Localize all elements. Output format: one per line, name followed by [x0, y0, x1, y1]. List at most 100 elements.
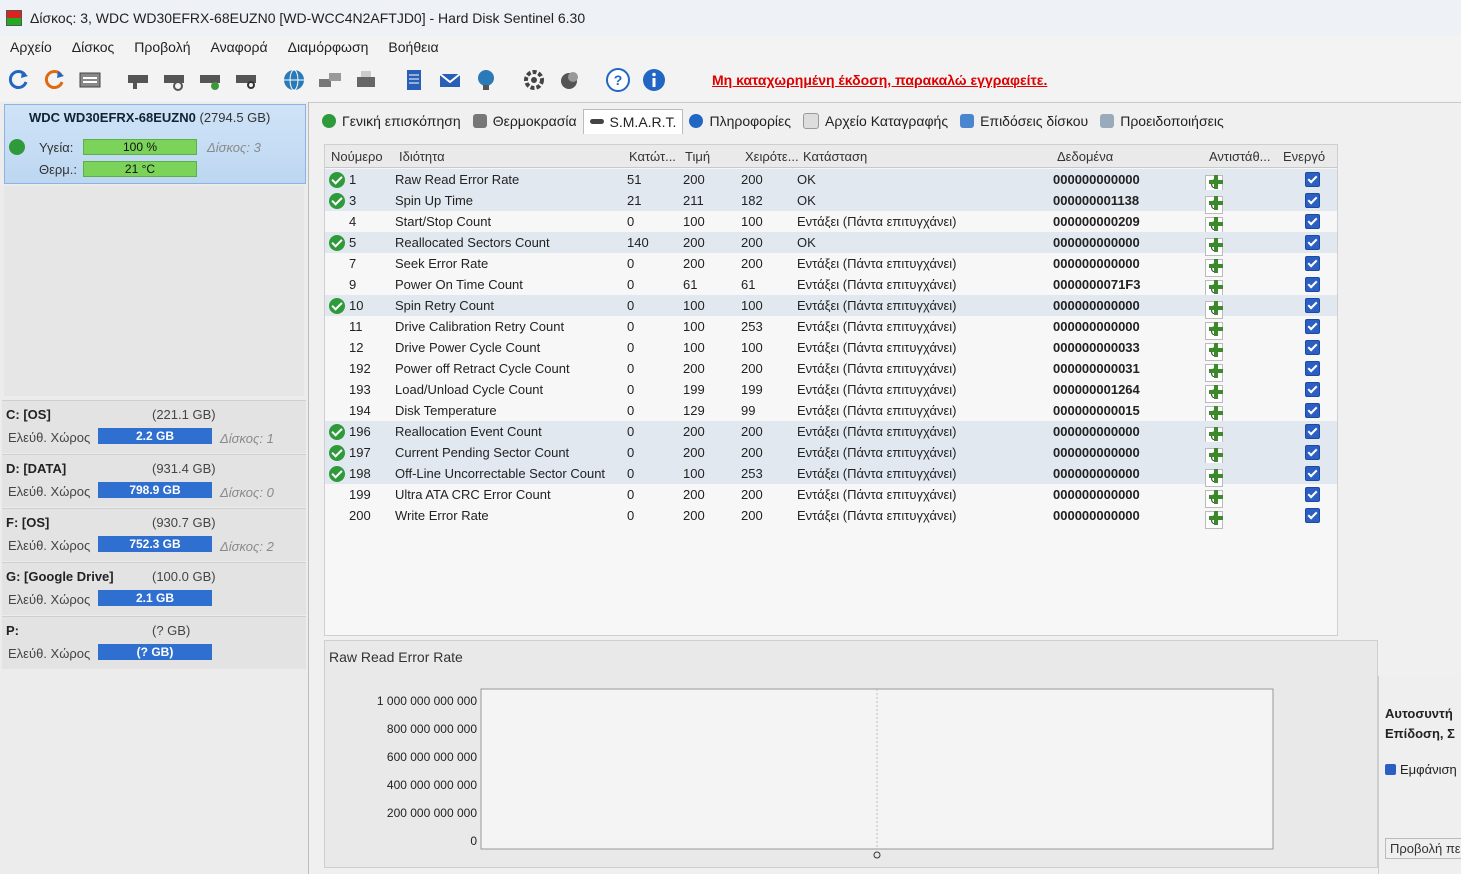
web-report-icon[interactable]: [472, 66, 500, 94]
disk-search-icon[interactable]: [232, 66, 260, 94]
plus-icon[interactable]: [1209, 406, 1223, 420]
enabled-checkbox[interactable]: [1305, 235, 1320, 250]
enabled-checkbox[interactable]: [1305, 340, 1320, 355]
plus-icon[interactable]: [1209, 385, 1223, 399]
view-button[interactable]: Προβολή πε: [1385, 838, 1461, 859]
disk-info-icon[interactable]: [76, 66, 104, 94]
offset-stepper[interactable]: 0: [1205, 445, 1267, 466]
tab-log[interactable]: Αρχείο Καταγραφής: [797, 109, 954, 133]
offset-stepper[interactable]: 0: [1205, 508, 1267, 529]
report-icon[interactable]: [400, 66, 428, 94]
enabled-checkbox[interactable]: [1305, 361, 1320, 376]
enabled-checkbox[interactable]: [1305, 424, 1320, 439]
menu-configuration[interactable]: Διαμόρφωση: [278, 39, 379, 55]
offset-stepper[interactable]: 0: [1205, 466, 1267, 487]
plus-icon[interactable]: [1209, 322, 1223, 336]
table-row[interactable]: 196 Reallocation Event Count 0 200 200 Εντάξε…: [325, 421, 1337, 445]
menu-help[interactable]: Βοήθεια: [378, 39, 448, 55]
table-row[interactable]: 199 Ultra ATA CRC Error Count 0 200 200 Εντάξ…: [325, 484, 1337, 508]
short-test-icon[interactable]: [160, 66, 188, 94]
email-icon[interactable]: [436, 66, 464, 94]
table-row[interactable]: 1 Raw Read Error Rate 51 200 200 OK 0000000000…: [325, 169, 1337, 193]
enabled-checkbox[interactable]: [1305, 277, 1320, 292]
plus-icon[interactable]: [1209, 238, 1223, 252]
offset-stepper[interactable]: 0: [1205, 277, 1267, 298]
tab-alerts[interactable]: Προειδοποιήσεις: [1094, 109, 1229, 133]
plus-icon[interactable]: [1209, 364, 1223, 378]
plus-icon[interactable]: [1209, 259, 1223, 273]
enabled-checkbox[interactable]: [1305, 487, 1320, 502]
enabled-checkbox[interactable]: [1305, 193, 1320, 208]
table-row[interactable]: 12 Drive Power Cycle Count 0 100 100 Εντάξει …: [325, 337, 1337, 361]
table-row[interactable]: 4 Start/Stop Count 0 100 100 Εντάξει (Πάντα ε…: [325, 211, 1337, 235]
plus-icon[interactable]: [1209, 301, 1223, 315]
plus-icon[interactable]: [1209, 469, 1223, 483]
offset-stepper[interactable]: 0: [1205, 298, 1267, 319]
extended-test-icon[interactable]: [196, 66, 224, 94]
plus-icon[interactable]: [1209, 490, 1223, 504]
col-worst[interactable]: Χειρότε...: [745, 149, 799, 164]
table-row[interactable]: 197 Current Pending Sector Count 0 200 200 Εν…: [325, 442, 1337, 466]
offset-stepper[interactable]: 0: [1205, 382, 1267, 403]
enabled-checkbox[interactable]: [1305, 298, 1320, 313]
table-row[interactable]: 192 Power off Retract Cycle Count 0 200 200 Ε…: [325, 358, 1337, 382]
table-row[interactable]: 9 Power On Time Count 0 61 61 Εντάξει (Πάντα …: [325, 274, 1337, 298]
volume-d[interactable]: D: [DATA] (931.4 GB) Ελεύθ. Χώρος 798.9 …: [2, 454, 306, 507]
plus-icon[interactable]: [1209, 175, 1223, 189]
enabled-checkbox[interactable]: [1305, 403, 1320, 418]
offset-stepper[interactable]: 0: [1205, 319, 1267, 340]
col-enabled[interactable]: Ενεργό: [1283, 149, 1325, 164]
volume-g[interactable]: G: [Google Drive] (100.0 GB) Ελεύθ. Χώρο…: [2, 562, 306, 615]
table-row[interactable]: 194 Disk Temperature 0 129 99 Εντάξει (Πάντα …: [325, 400, 1337, 424]
offset-stepper[interactable]: 0: [1205, 235, 1267, 256]
help-icon[interactable]: ?: [604, 66, 632, 94]
menu-file[interactable]: Αρχείο: [0, 39, 62, 55]
plus-icon[interactable]: [1209, 343, 1223, 357]
offset-stepper[interactable]: 0: [1205, 403, 1267, 424]
offset-stepper[interactable]: 0: [1205, 487, 1267, 508]
refresh-icon[interactable]: [4, 66, 32, 94]
enabled-checkbox[interactable]: [1305, 382, 1320, 397]
enabled-checkbox[interactable]: [1305, 172, 1320, 187]
refresh-all-icon[interactable]: [40, 66, 68, 94]
tab-overview[interactable]: Γενική επισκόπηση: [316, 109, 467, 133]
table-row[interactable]: 3 Spin Up Time 21 211 182 OK 000000001138 0: [325, 190, 1337, 214]
col-number[interactable]: Νούμερο: [331, 149, 383, 164]
enabled-checkbox[interactable]: [1305, 319, 1320, 334]
volume-f[interactable]: F: [OS] (930.7 GB) Ελεύθ. Χώρος 752.3 GB…: [2, 508, 306, 561]
table-row[interactable]: 7 Seek Error Rate 0 200 200 Εντάξει (Πάντα επ…: [325, 253, 1337, 277]
plus-icon[interactable]: [1209, 511, 1223, 525]
plus-icon[interactable]: [1209, 280, 1223, 294]
col-data[interactable]: Δεδομένα: [1057, 149, 1113, 164]
enabled-checkbox[interactable]: [1305, 466, 1320, 481]
plus-icon[interactable]: [1209, 196, 1223, 210]
enabled-checkbox[interactable]: [1305, 445, 1320, 460]
table-row[interactable]: 5 Reallocated Sectors Count 140 200 200 OK 000…: [325, 232, 1337, 256]
tab-temperature[interactable]: Θερμοκρασία: [467, 109, 583, 133]
tab-information[interactable]: Πληροφορίες: [683, 109, 797, 133]
register-warning-link[interactable]: Μη καταχωρημένη έκδοση, παρακαλώ εγγραφε…: [712, 72, 1047, 88]
plus-icon[interactable]: [1209, 448, 1223, 462]
printer-icon[interactable]: [352, 66, 380, 94]
plus-icon[interactable]: [1209, 217, 1223, 231]
offset-stepper[interactable]: 0: [1205, 340, 1267, 361]
offset-stepper[interactable]: 0: [1205, 193, 1267, 214]
plus-icon[interactable]: [1209, 427, 1223, 441]
offset-stepper[interactable]: 0: [1205, 214, 1267, 235]
network-icon[interactable]: [316, 66, 344, 94]
tools-icon[interactable]: [556, 66, 584, 94]
offset-stepper[interactable]: 0: [1205, 424, 1267, 445]
tab-smart[interactable]: S.M.A.R.T.: [582, 108, 684, 134]
show-checkbox[interactable]: Εμφάνιση: [1385, 762, 1457, 777]
menu-view[interactable]: Προβολή: [124, 39, 200, 55]
globe-icon[interactable]: [280, 66, 308, 94]
table-row[interactable]: 11 Drive Calibration Retry Count 0 100 253 Εν…: [325, 316, 1337, 340]
table-row[interactable]: 193 Load/Unload Cycle Count 0 199 199 Εντάξει…: [325, 379, 1337, 403]
col-threshold[interactable]: Κατώτ...: [629, 149, 676, 164]
enabled-checkbox[interactable]: [1305, 256, 1320, 271]
offset-stepper[interactable]: 0: [1205, 361, 1267, 382]
volume-p[interactable]: P: (? GB) Ελεύθ. Χώρος (? GB): [2, 616, 306, 669]
menu-report[interactable]: Αναφορά: [200, 39, 277, 55]
disk-card[interactable]: WDC WD30EFRX-68EUZN0 (2794.5 GB) Υγεία: …: [4, 104, 306, 184]
gear-icon[interactable]: [520, 66, 548, 94]
